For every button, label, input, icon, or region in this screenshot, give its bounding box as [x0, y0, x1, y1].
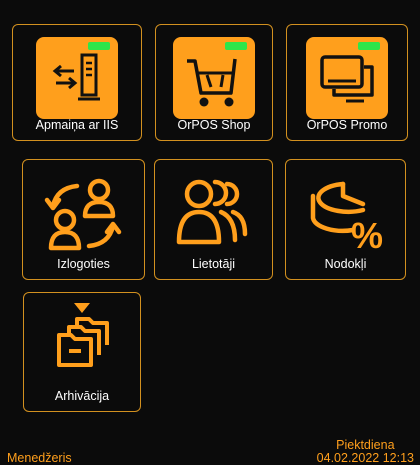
- archive-folders-icon: [37, 299, 127, 385]
- status-indicator: [88, 42, 110, 50]
- users-icon: [169, 174, 259, 260]
- tile-nodokli[interactable]: % Nodokļi: [285, 159, 406, 280]
- datetime-label: 04.02.2022 12:13: [316, 451, 414, 465]
- tile-label: Arhivācija: [54, 389, 110, 403]
- promo-monitor-icon: [306, 37, 388, 119]
- status-indicator: [225, 42, 247, 50]
- tile-label: Izlogoties: [57, 257, 110, 271]
- date-time: Piektdiena 04.02.2022 12:13: [317, 439, 414, 465]
- shopping-cart-icon: [173, 37, 255, 119]
- tile-label: OrPOS Promo: [306, 118, 388, 132]
- tile-label: OrPOS Shop: [177, 118, 251, 132]
- tile-orpos-promo[interactable]: OrPOS Promo: [286, 24, 408, 141]
- tax-percent-icon: %: [301, 174, 391, 260]
- tile-orpos-shop[interactable]: OrPOS Shop: [155, 24, 273, 141]
- status-indicator: [358, 42, 380, 50]
- tile-arhivacija[interactable]: Arhivācija: [23, 292, 141, 412]
- tile-label: Nodokļi: [324, 257, 367, 271]
- svg-text:%: %: [351, 215, 383, 256]
- tile-izlogoties[interactable]: Izlogoties: [22, 159, 145, 280]
- tile-label: Lietotāji: [191, 257, 236, 271]
- tile-lietotaji[interactable]: Lietotāji: [154, 159, 273, 280]
- tile-label: Apmaiņa ar IIS: [35, 118, 119, 132]
- tile-apmaina-ar-iis[interactable]: Apmaiņa ar IIS: [12, 24, 142, 141]
- exchange-server-icon: [36, 37, 118, 119]
- switch-user-icon: [39, 174, 129, 260]
